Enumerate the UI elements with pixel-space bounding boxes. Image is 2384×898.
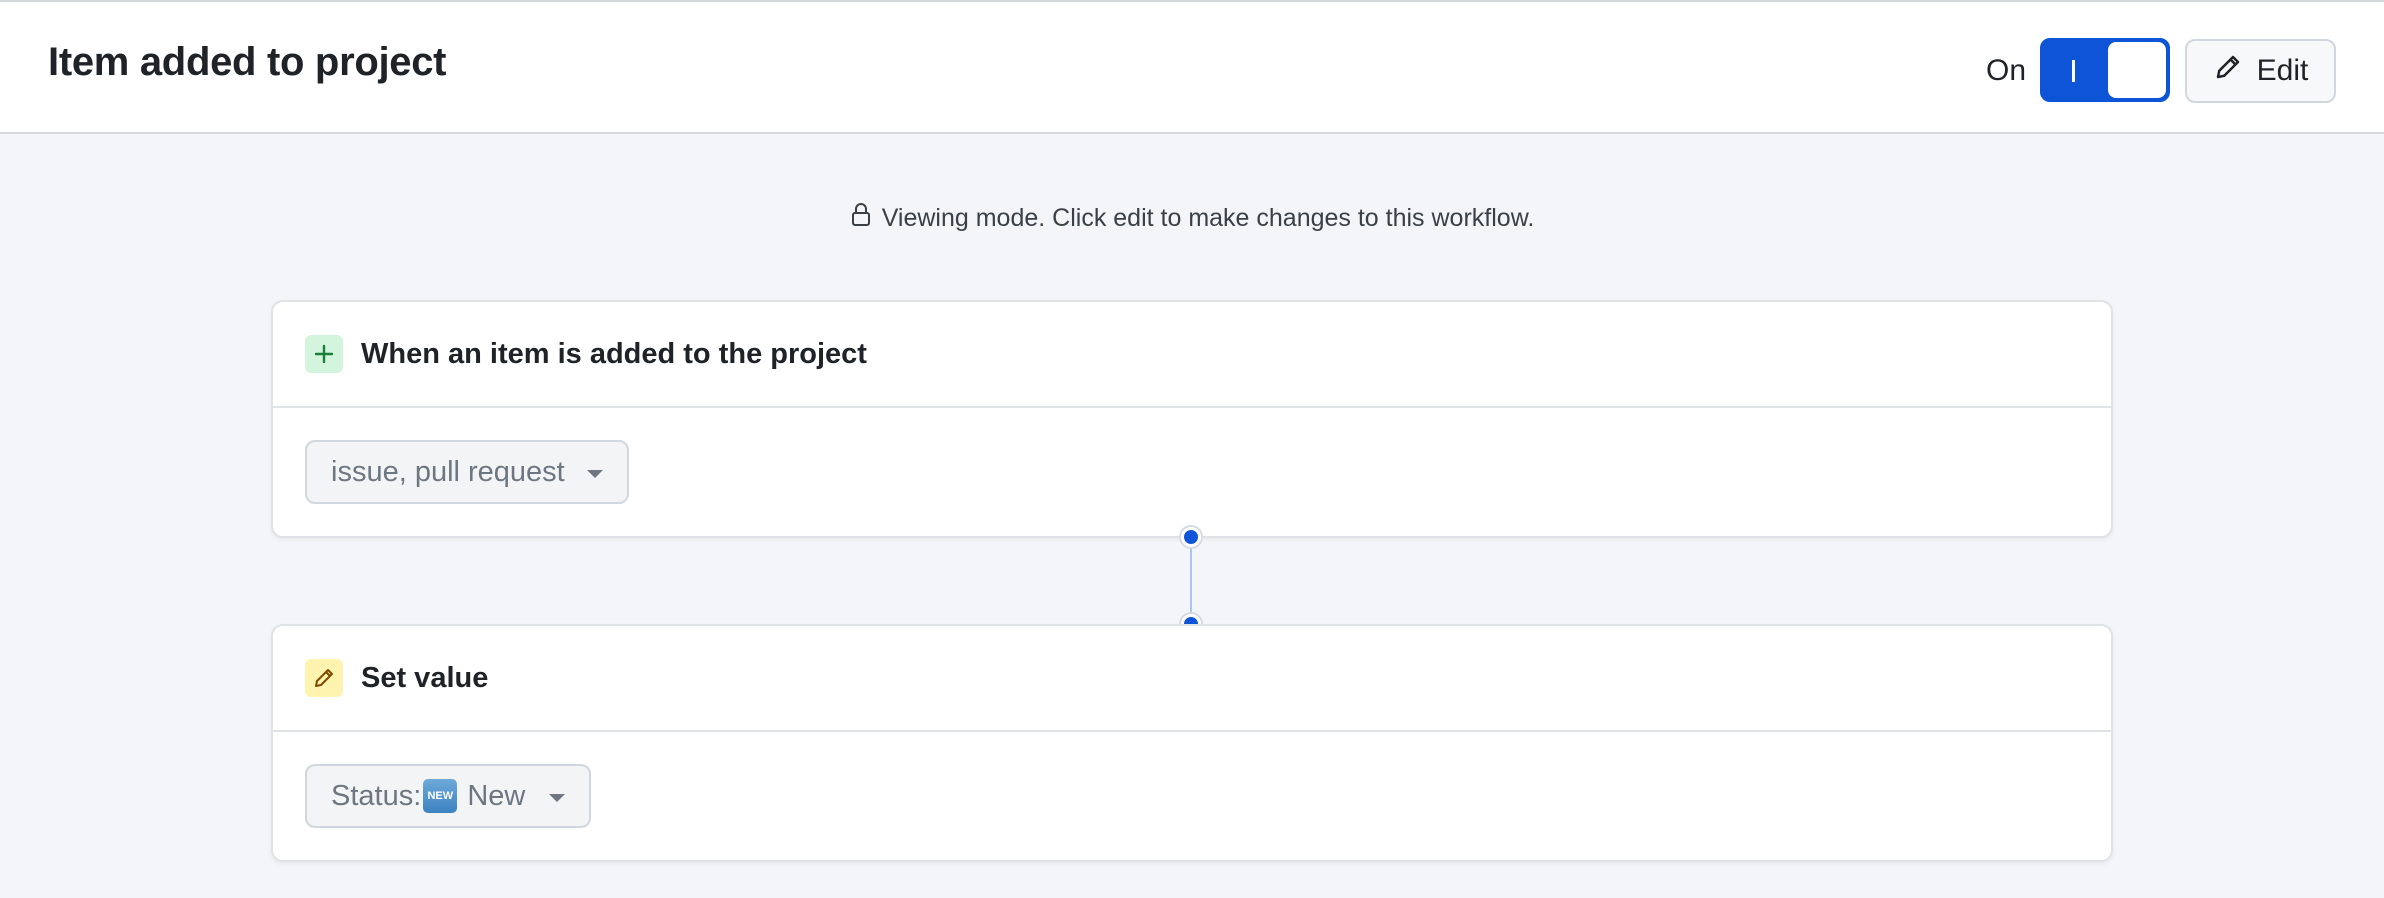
action-card: Set value Status: NEW New (271, 624, 2113, 862)
viewing-mode-text: Viewing mode. Click edit to make changes… (881, 204, 1535, 232)
action-title: Set value (361, 661, 489, 694)
status-value-text: New (459, 779, 526, 812)
item-type-filter-dropdown[interactable]: issue, pull request (305, 440, 629, 504)
action-card-header: Set value (273, 626, 2111, 732)
trigger-card: When an item is added to the project iss… (271, 300, 2113, 538)
edit-button-label: Edit (2256, 54, 2309, 87)
pencil-icon (305, 659, 343, 697)
new-badge-icon: NEW (423, 779, 458, 813)
caret-down-icon (586, 470, 603, 478)
toggle-label: On (1986, 54, 2027, 87)
trigger-card-body: issue, pull request (273, 408, 2111, 536)
item-type-filter-value: issue, pull request (331, 455, 565, 488)
workflow-header: Item added to project On Edit (0, 0, 2384, 134)
lock-icon (850, 202, 872, 235)
action-card-body: Status: NEW New (273, 732, 2111, 860)
trigger-title: When an item is added to the project (361, 337, 867, 370)
toggle-on-indicator (2072, 60, 2075, 82)
pencil-icon (2213, 52, 2243, 90)
edit-button[interactable]: Edit (2185, 39, 2336, 103)
status-value-dropdown[interactable]: Status: NEW New (305, 764, 592, 828)
trigger-card-header: When an item is added to the project (273, 302, 2111, 408)
caret-down-icon (549, 794, 566, 802)
toggle-knob (2108, 42, 2166, 98)
viewing-mode-notice: Viewing mode. Click edit to make changes… (0, 202, 2384, 235)
status-field-label: Status: (331, 779, 422, 812)
connector-start-dot (1181, 527, 1201, 547)
page-title: Item added to project (48, 40, 447, 84)
workflow-toggle[interactable] (2040, 38, 2170, 102)
plus-icon (305, 335, 343, 373)
